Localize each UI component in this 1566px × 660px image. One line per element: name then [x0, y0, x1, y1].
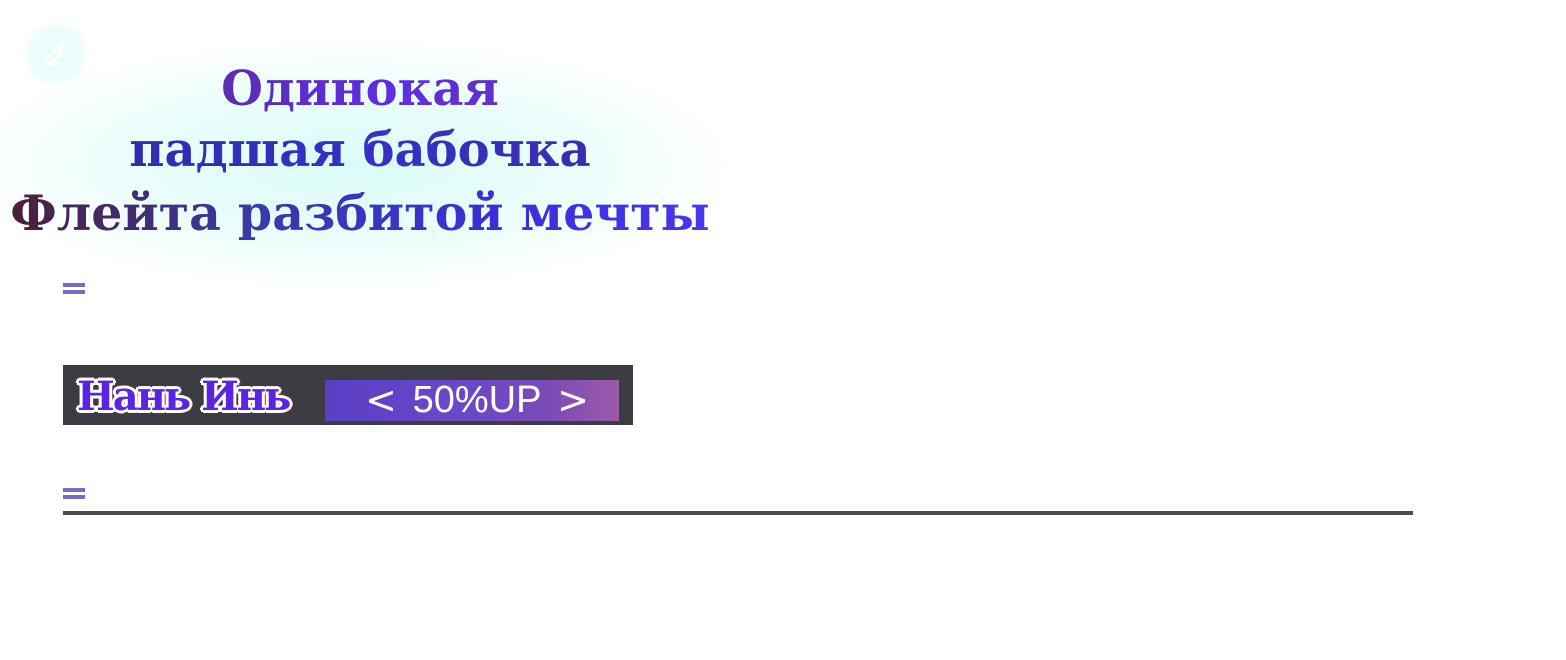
- divider: [63, 511, 1413, 515]
- page-title: Одинокая падшая бабочка Флейта разбитой …: [10, 58, 710, 246]
- banner-name: Нань Инь: [77, 373, 291, 420]
- menu-lines-icon[interactable]: [63, 486, 85, 500]
- title-line-3: Флейта разбитой мечты: [10, 180, 710, 246]
- title-line-1: Одинокая: [10, 58, 710, 120]
- promo-label: 50%UP: [412, 380, 542, 421]
- chevron-left-icon[interactable]: <: [365, 380, 397, 421]
- promo-banner[interactable]: Нань Инь < 50%UP >: [63, 365, 633, 425]
- menu-lines-icon[interactable]: [63, 281, 85, 295]
- chevron-right-icon[interactable]: >: [557, 380, 589, 421]
- title-line-2: падшая бабочка: [10, 120, 710, 180]
- promo-tag[interactable]: < 50%UP >: [325, 380, 619, 421]
